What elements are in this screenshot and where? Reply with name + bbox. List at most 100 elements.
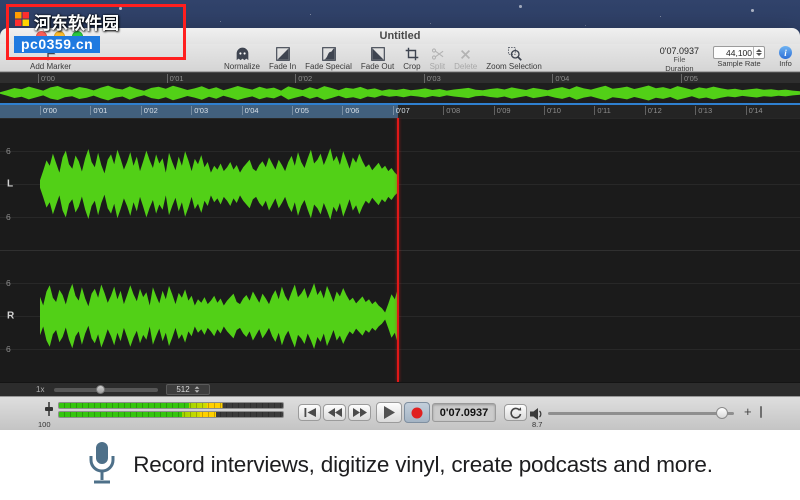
ruler-label: 0'04 <box>552 74 569 83</box>
samples-per-pixel-dropdown[interactable]: 512 <box>166 384 210 395</box>
dropdown-arrows-icon <box>194 386 200 393</box>
toolbar-label: Delete <box>454 62 478 71</box>
ruler-label: 0'10 <box>544 106 561 115</box>
toolbar-item-fade-special[interactable]: Fade Special <box>305 46 352 71</box>
channel-right-label: R <box>7 310 15 322</box>
record-button[interactable] <box>404 402 430 423</box>
toolbar-label: Split <box>429 62 446 71</box>
waveform-right-channel <box>40 283 398 349</box>
stepper-arrows-icon[interactable] <box>753 47 764 58</box>
toolbar-item-split: Split <box>429 46 446 71</box>
time-display: 0'07.0937 <box>432 403 496 422</box>
toolbar-label: Crop <box>403 62 421 71</box>
watermark-site-url: pc0359.cn <box>14 36 101 53</box>
overview-waveform-graphic <box>0 85 800 101</box>
loop-button[interactable] <box>504 404 527 421</box>
fast-forward-button[interactable] <box>348 404 371 421</box>
ruler-label: 0'08 <box>443 106 460 115</box>
toolbar-item-sample-rate: 44,100 Sample Rate <box>713 46 765 68</box>
play-button[interactable] <box>376 402 402 423</box>
toolbar-label: Fade In <box>269 62 297 71</box>
watermark-site-name: 河东软件园 <box>34 14 119 33</box>
gain-value: 100 <box>38 420 51 429</box>
ruler-label: 0'12 <box>644 106 662 115</box>
waveform-left-channel <box>40 148 398 220</box>
zoom-reset-button[interactable]: 1x <box>36 385 44 394</box>
input-gain-fader-icon[interactable] <box>44 401 54 422</box>
ruler-label: 0'14 <box>745 106 763 115</box>
ruler-label: 0'05 <box>681 74 698 83</box>
info-icon[interactable]: i <box>779 46 792 59</box>
volume-value: 8.7 <box>532 420 543 429</box>
toolbar-label: Normalize <box>224 62 261 71</box>
ruler-label: 0'01 <box>90 106 107 115</box>
transport-bar: 100 0'07.0937 8.7 + <box>0 396 800 430</box>
zoom-slider-thumb[interactable] <box>96 385 105 394</box>
microphone-icon <box>87 440 117 491</box>
ruler-label: 0'07 <box>392 106 410 115</box>
toolbar-item-fade-out[interactable]: Fade Out <box>361 46 394 71</box>
overview-waveform[interactable] <box>0 83 800 103</box>
toolbar-item-info[interactable]: i Info <box>779 46 792 68</box>
toolbar-label: Fade Out <box>360 62 395 71</box>
ruler-label: 0'13 <box>695 106 712 115</box>
ruler-label: 0'09 <box>493 106 511 115</box>
timeline-ruler[interactable]: 0'00 0'01 0'02 0'03 0'04 0'05 0'06 0'07 0'08 0'09… <box>0 105 800 118</box>
zoom-slider[interactable] <box>54 388 158 392</box>
watermark-logo-icon <box>14 11 30 32</box>
ruler-label: 0'06 <box>342 106 359 115</box>
crop-icon <box>405 46 419 61</box>
overview-ruler[interactable]: 0'00 0'01 0'02 0'03 0'04 0'05 <box>0 72 800 83</box>
toolbar-label: Fade Special <box>305 62 352 71</box>
app-window: Untitled Add Marker Normalize Fade In Fade… <box>0 28 800 430</box>
toolbar-item-delete: Delete <box>454 46 477 71</box>
delete-x-icon <box>459 46 472 61</box>
playhead-cursor[interactable] <box>397 118 399 382</box>
skip-to-start-button[interactable] <box>298 404 321 421</box>
zoom-strip: 1x 512 <box>0 382 800 396</box>
fade-special-icon <box>321 46 336 61</box>
ghost-icon <box>234 46 251 61</box>
sample-rate-label: Sample Rate <box>717 59 761 68</box>
toolbar-group: Normalize Fade In Fade Special Fade Out Crop… <box>224 46 542 71</box>
samples-per-pixel-value: 512 <box>176 385 190 394</box>
ruler-label: 0'01 <box>166 74 184 83</box>
toolbar-item-normalize[interactable]: Normalize <box>224 46 260 71</box>
ruler-label: 0'03 <box>423 74 441 83</box>
ruler-label: 0'02 <box>295 74 312 83</box>
volume-slider-thumb[interactable] <box>716 407 728 419</box>
ruler-label: 0'05 <box>292 106 309 115</box>
scale-label: 6 <box>6 344 11 354</box>
scissors-icon <box>430 46 445 61</box>
volume-slider[interactable] <box>548 407 734 419</box>
channel-left-label: L <box>7 178 14 190</box>
ruler-label: 0'03 <box>191 106 208 115</box>
ruler-label: 0'00 <box>38 74 55 83</box>
toolbar-item-duration: 0'07.0937 File Duration <box>660 46 699 73</box>
info-label: Info <box>779 59 792 68</box>
sample-rate-dropdown[interactable]: 44,100 <box>713 46 765 59</box>
waveform-editor[interactable]: 6 L 6 6 R 6 <box>0 118 800 382</box>
magnifier-icon <box>507 46 522 61</box>
scale-label: 6 <box>6 278 11 288</box>
volume-plus-label: + <box>744 404 752 419</box>
slider-end-cap <box>760 406 762 418</box>
ruler-label: 0'00 <box>40 106 57 115</box>
ruler-label: 0'11 <box>594 106 611 115</box>
fade-in-icon <box>275 46 290 61</box>
toolbar-item-crop[interactable]: Crop <box>403 46 421 71</box>
rewind-button[interactable] <box>323 404 346 421</box>
file-duration-sub: File <box>673 55 686 64</box>
fade-out-icon <box>370 46 385 61</box>
toolbar-item-fade-in[interactable]: Fade In <box>269 46 296 71</box>
desktop-stars <box>0 0 1 1</box>
watermark: 河东软件园 pc0359.cn <box>6 4 186 60</box>
banner-text: Record interviews, digitize vinyl, creat… <box>133 452 713 477</box>
level-meter-right <box>58 411 284 418</box>
toolbar-label: Add Marker <box>30 62 72 71</box>
marketing-banner: Record interviews, digitize vinyl, creat… <box>0 430 800 500</box>
toolbar-label: Zoom Selection <box>486 62 542 71</box>
toolbar-item-zoom-selection[interactable]: Zoom Selection <box>486 46 542 71</box>
scale-label: 6 <box>6 146 11 156</box>
ruler-label: 0'02 <box>140 106 158 115</box>
